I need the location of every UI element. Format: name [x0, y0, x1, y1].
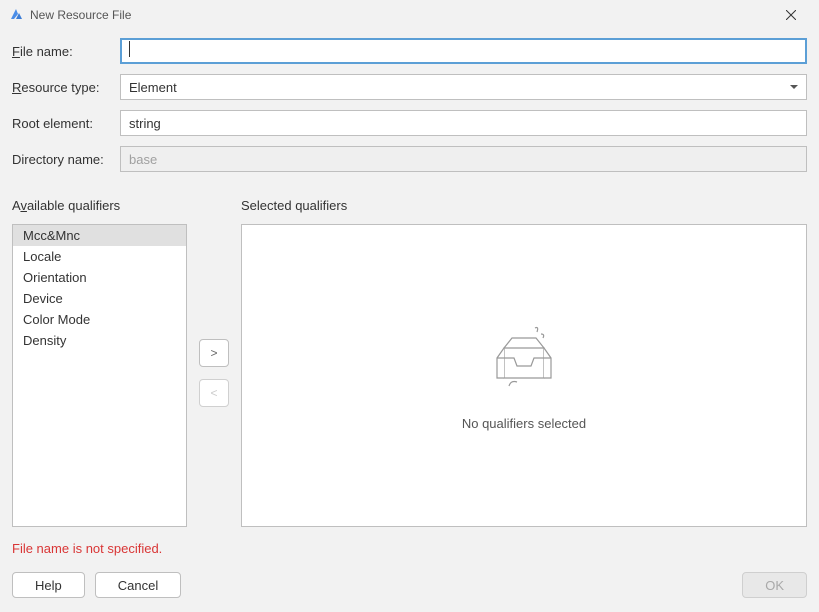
- file-name-label: File name:: [12, 44, 120, 59]
- move-right-button[interactable]: >: [199, 339, 229, 367]
- resource-type-select[interactable]: Element: [120, 74, 807, 100]
- dialog-title: New Resource File: [30, 8, 771, 22]
- resource-type-label: Resource type:: [12, 80, 120, 95]
- move-left-button: <: [199, 379, 229, 407]
- dropdown-arrow-icon: [790, 85, 798, 89]
- qualifier-move-controls: > <: [199, 198, 229, 527]
- qualifier-item-orientation[interactable]: Orientation: [13, 267, 186, 288]
- qualifier-item-colormode[interactable]: Color Mode: [13, 309, 186, 330]
- available-qualifiers-label: Available qualifiers: [12, 198, 187, 216]
- close-icon: [786, 10, 796, 20]
- directory-name-input: [120, 146, 807, 172]
- directory-name-label: Directory name:: [12, 152, 120, 167]
- form-area: File name: Resource type: Element Root e…: [0, 30, 819, 182]
- selected-qualifiers-panel: Selected qualifiers: [241, 198, 807, 527]
- text-cursor: [129, 41, 130, 57]
- file-name-input[interactable]: [120, 38, 807, 64]
- ok-button: OK: [742, 572, 807, 598]
- resource-type-row: Resource type: Element: [12, 74, 807, 100]
- root-element-input[interactable]: [120, 110, 807, 136]
- resource-type-value: Element: [129, 80, 177, 95]
- available-qualifiers-panel: Available qualifiers Mcc&Mnc Locale Orie…: [12, 198, 187, 527]
- empty-qualifiers-text: No qualifiers selected: [462, 416, 586, 431]
- qualifiers-area: Available qualifiers Mcc&Mnc Locale Orie…: [0, 182, 819, 527]
- qualifier-item-density[interactable]: Density: [13, 330, 186, 351]
- help-button[interactable]: Help: [12, 572, 85, 598]
- titlebar: New Resource File: [0, 0, 819, 30]
- available-qualifiers-listbox[interactable]: Mcc&Mnc Locale Orientation Device Color …: [12, 224, 187, 527]
- cancel-button[interactable]: Cancel: [95, 572, 181, 598]
- qualifier-item-locale[interactable]: Locale: [13, 246, 186, 267]
- file-name-row: File name:: [12, 38, 807, 64]
- directory-name-row: Directory name:: [12, 146, 807, 172]
- new-resource-dialog: New Resource File File name: Resource ty…: [0, 0, 819, 612]
- qualifier-item-device[interactable]: Device: [13, 288, 186, 309]
- app-icon: [8, 7, 24, 23]
- close-button[interactable]: [771, 0, 811, 30]
- selected-qualifiers-box: No qualifiers selected: [241, 224, 807, 527]
- dialog-footer: Help Cancel OK: [0, 556, 819, 612]
- root-element-label: Root element:: [12, 116, 120, 131]
- qualifier-item-mccmnc[interactable]: Mcc&Mnc: [13, 225, 186, 246]
- root-element-row: Root element:: [12, 110, 807, 136]
- selected-qualifiers-label: Selected qualifiers: [241, 198, 807, 216]
- error-message: File name is not specified.: [0, 527, 819, 556]
- empty-box-icon: [479, 320, 569, 398]
